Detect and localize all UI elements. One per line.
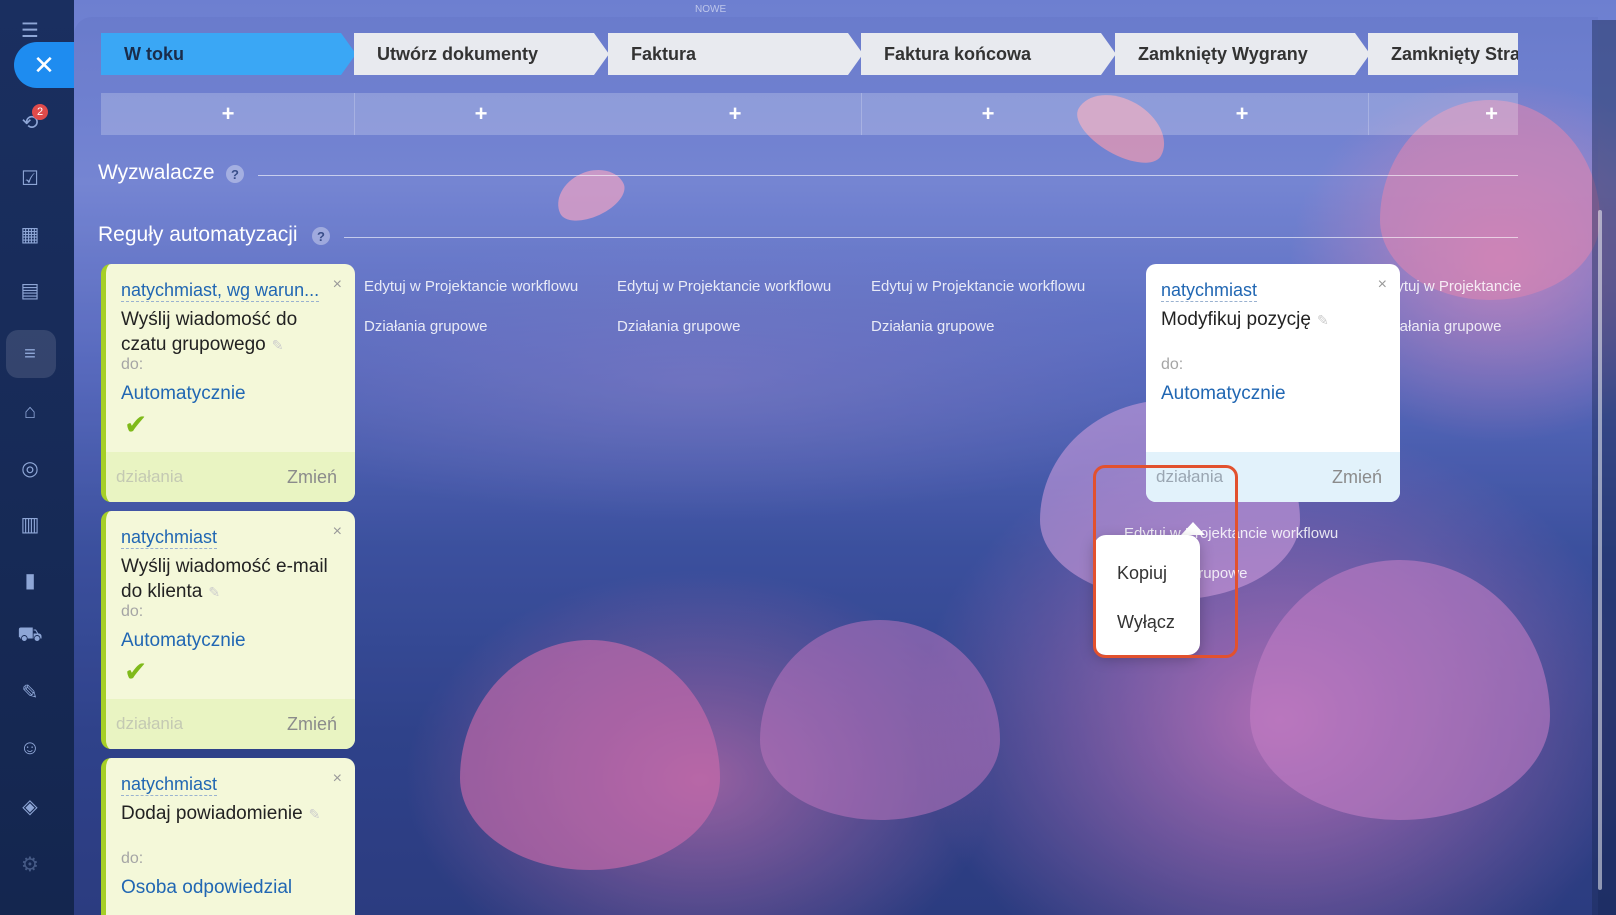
rules-title: Reguły automatyzacji xyxy=(98,223,298,246)
rule-recipient-link[interactable]: Automatycznie xyxy=(121,630,246,652)
stage-closed-lost[interactable]: Zamknięty Strac xyxy=(1368,33,1518,75)
rule-recipient-label: do: xyxy=(121,356,144,373)
add-trigger-button[interactable]: + xyxy=(1115,93,1369,135)
close-icon: ✕ xyxy=(33,49,55,80)
chart-icon[interactable]: ▮ xyxy=(14,564,46,596)
actions-button[interactable]: działania xyxy=(116,467,183,487)
close-icon[interactable]: × xyxy=(333,770,342,788)
change-button[interactable]: Zmień xyxy=(287,714,337,735)
rule-name-text: Modyfikuj pozycję xyxy=(1161,309,1311,330)
stage-label: Faktura xyxy=(631,43,697,64)
stage-final-invoice[interactable]: Faktura końcowa xyxy=(861,33,1116,75)
automation-panel: W toku Utwórz dokumenty Faktura Faktura … xyxy=(74,17,1598,915)
stage-label: Zamknięty Strac xyxy=(1391,43,1518,64)
pencil-icon[interactable]: ✎ xyxy=(309,806,321,822)
add-trigger-button[interactable]: + xyxy=(608,93,862,135)
stage-in-progress[interactable]: W toku xyxy=(101,33,356,75)
rule-recipient-link[interactable]: Osoba odpowiedzial xyxy=(121,877,292,899)
highlight-frame xyxy=(1093,465,1238,658)
settings-icon[interactable]: ⚙ xyxy=(14,848,46,880)
close-icon[interactable]: × xyxy=(333,523,342,541)
cart-icon[interactable]: ⛟ xyxy=(14,620,46,652)
rule-recipient-label: do: xyxy=(121,850,144,867)
add-trigger-button[interactable]: + xyxy=(861,93,1115,135)
edit-icon[interactable]: ✎ xyxy=(14,676,46,708)
add-trigger-button[interactable]: + xyxy=(354,93,608,135)
rule-recipient-link[interactable]: Automatycznie xyxy=(121,383,246,405)
top-label: NOWE xyxy=(695,4,727,15)
contact-card-icon[interactable]: ▤ xyxy=(14,274,46,306)
tasks-icon[interactable]: ☑ xyxy=(14,162,46,194)
rule-recipient-label: do: xyxy=(121,603,144,620)
robot-icon[interactable]: ☺ xyxy=(14,732,46,764)
stage-label: Utwórz dokumenty xyxy=(377,43,539,64)
rule-card[interactable]: natychmiast × Wyślij wiadomość e-mail do… xyxy=(101,511,355,749)
edit-in-designer-link[interactable]: Edytuj w Projektancie workflowu xyxy=(871,278,1085,295)
stage-invoice[interactable]: Faktura xyxy=(608,33,863,75)
help-icon[interactable]: ? xyxy=(226,165,244,183)
rule-card[interactable]: natychmiast × Dodaj powiadomienie ✎ do: O… xyxy=(101,758,355,915)
scrollbar[interactable] xyxy=(1598,210,1602,890)
notification-badge: 2 xyxy=(32,104,48,120)
left-sidebar: ☰ ✕ ⟲ 2 ☑ ▦ ▤ ≡ ⌂ ◎ ▥ ▮ ⛟ ✎ ☺ ◈ ⚙ xyxy=(0,0,74,915)
close-icon[interactable]: × xyxy=(333,276,342,294)
store-icon[interactable]: ⌂ xyxy=(14,396,46,428)
group-actions-link[interactable]: Działania grupowe xyxy=(617,318,740,335)
rule-name: Wyślij wiadomość do czatu grupowego ✎ xyxy=(121,307,336,358)
rule-card[interactable]: natychmiast, wg warun... × Wyślij wiadom… xyxy=(101,264,355,502)
package-icon[interactable]: ◈ xyxy=(14,790,46,822)
rule-recipient-label: do: xyxy=(1161,356,1184,373)
rule-name-text: Wyślij wiadomość do czatu grupowego xyxy=(121,309,298,355)
target-icon[interactable]: ◎ xyxy=(14,452,46,484)
stage-label: W toku xyxy=(124,43,184,64)
help-icon[interactable]: ? xyxy=(312,227,330,245)
group-actions-link[interactable]: Działania grupowe xyxy=(364,318,487,335)
stage-create-documents[interactable]: Utwórz dokumenty xyxy=(354,33,609,75)
rule-condition-link[interactable]: natychmiast xyxy=(121,527,218,549)
rule-condition-link[interactable]: natychmiast, wg warun... xyxy=(121,280,320,302)
rule-condition-link[interactable]: natychmiast xyxy=(1161,280,1258,302)
filter-icon[interactable]: ≡ xyxy=(14,338,46,370)
change-button[interactable]: Zmień xyxy=(1332,467,1382,488)
actions-button[interactable]: działania xyxy=(116,714,183,734)
pencil-icon[interactable]: ✎ xyxy=(272,337,284,353)
edit-in-designer-link[interactable]: Edytuj w Projektancie workflowu xyxy=(364,278,578,295)
card-footer: działania Zmień xyxy=(106,452,355,502)
add-trigger-button[interactable]: + xyxy=(1368,93,1518,135)
rule-name-text: Wyślij wiadomość e-mail do klienta xyxy=(121,556,328,602)
close-icon[interactable]: × xyxy=(1378,276,1387,294)
triggers-title: Wyzwalacze xyxy=(98,161,215,184)
rule-name: Modyfikuj pozycję ✎ xyxy=(1161,307,1376,333)
stage-label: Zamknięty Wygrany xyxy=(1138,43,1308,64)
divider xyxy=(344,237,1518,238)
calendar-icon[interactable]: ▦ xyxy=(14,218,46,250)
divider xyxy=(258,175,1518,176)
rule-name: Dodaj powiadomienie ✎ xyxy=(121,801,336,827)
checkmark-icon: ✔ xyxy=(124,409,148,440)
checkmark-icon: ✔ xyxy=(124,656,148,687)
edit-in-designer-link[interactable]: Edytuj w Projektancie workflowu xyxy=(617,278,831,295)
pencil-icon[interactable]: ✎ xyxy=(208,584,220,600)
rule-condition-link[interactable]: natychmiast xyxy=(121,774,218,796)
schedule-icon[interactable]: ▥ xyxy=(14,508,46,540)
add-trigger-button[interactable]: + xyxy=(101,93,355,135)
pencil-icon[interactable]: ✎ xyxy=(1317,312,1329,328)
change-button[interactable]: Zmień xyxy=(287,467,337,488)
close-button[interactable]: ✕ xyxy=(14,42,74,88)
stage-label: Faktura końcowa xyxy=(884,43,1032,64)
rule-recipient-link[interactable]: Automatycznie xyxy=(1161,383,1286,405)
card-footer: działania Zmień xyxy=(106,699,355,749)
group-actions-link[interactable]: Działania grupowe xyxy=(871,318,994,335)
stage-closed-won[interactable]: Zamknięty Wygrany xyxy=(1115,33,1370,75)
rule-name-text: Dodaj powiadomienie xyxy=(121,803,303,824)
rule-name: Wyślij wiadomość e-mail do klienta ✎ xyxy=(121,554,336,605)
